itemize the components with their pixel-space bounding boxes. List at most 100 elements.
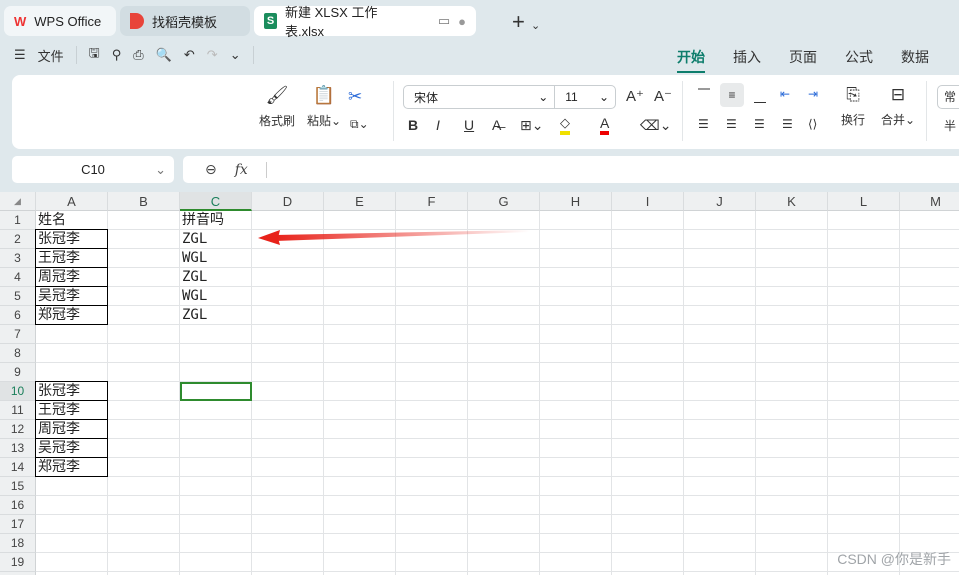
cell-A11[interactable]: 王冠李 (35, 400, 108, 420)
cell-F14[interactable] (396, 458, 468, 477)
cell-M11[interactable] (900, 401, 959, 420)
cell-D3[interactable] (252, 249, 324, 268)
cell-C1[interactable]: 拼音吗 (180, 211, 252, 230)
cell-L4[interactable] (828, 268, 900, 287)
cell-H19[interactable] (540, 553, 612, 572)
cell-D16[interactable] (252, 496, 324, 515)
cell-H12[interactable] (540, 420, 612, 439)
cell-E8[interactable] (324, 344, 396, 363)
redo-icon[interactable]: ↷ (207, 47, 218, 63)
cell-B7[interactable] (108, 325, 180, 344)
decrease-font-icon[interactable]: A⁻ (654, 87, 672, 105)
cell-L8[interactable] (828, 344, 900, 363)
row-header-6[interactable]: 6 (0, 306, 36, 325)
cell-B13[interactable] (108, 439, 180, 458)
cell-C12[interactable] (180, 420, 252, 439)
zoom-icon[interactable]: ⊖ (205, 161, 217, 178)
menu-icon[interactable]: ☰ (14, 47, 26, 63)
row-header-1[interactable]: 1 (0, 211, 36, 230)
font-name-select[interactable]: 宋体 ⌄ (404, 86, 556, 108)
cell-J16[interactable] (684, 496, 756, 515)
cell-H11[interactable] (540, 401, 612, 420)
font-size-select[interactable]: 11 ⌄ (555, 86, 615, 108)
underline-icon[interactable]: U (464, 117, 474, 133)
cell-E16[interactable] (324, 496, 396, 515)
cell-G2[interactable] (468, 230, 540, 249)
cell-G4[interactable] (468, 268, 540, 287)
cell-K15[interactable] (756, 477, 828, 496)
row-header-8[interactable]: 8 (0, 344, 36, 363)
cell-J14[interactable] (684, 458, 756, 477)
cell-E2[interactable] (324, 230, 396, 249)
cell-L3[interactable] (828, 249, 900, 268)
cell-E11[interactable] (324, 401, 396, 420)
clear-format-icon[interactable]: ⌫⌄ (640, 117, 672, 134)
cell-C13[interactable] (180, 439, 252, 458)
row-header-11[interactable]: 11 (0, 401, 36, 420)
row-header-5[interactable]: 5 (0, 287, 36, 306)
cell-G17[interactable] (468, 515, 540, 534)
cell-D12[interactable] (252, 420, 324, 439)
monitor-icon[interactable]: ▭ (438, 13, 450, 29)
cell-H2[interactable] (540, 230, 612, 249)
cell-E10[interactable] (324, 382, 396, 401)
cell-F17[interactable] (396, 515, 468, 534)
cell-C9[interactable] (180, 363, 252, 382)
spreadsheet-grid[interactable]: ◢ A B C D E F G H I J K L M 1 姓名 拼音吗 2 张冠李 ZGL 3 王冠李 WGL 4 周冠李 Z… (0, 192, 959, 575)
cell-C5[interactable]: WGL (180, 287, 252, 306)
column-header-I[interactable]: I (612, 192, 684, 211)
cell-M2[interactable] (900, 230, 959, 249)
align-center-icon[interactable]: ☰ (726, 117, 737, 131)
cell-E7[interactable] (324, 325, 396, 344)
cell-J9[interactable] (684, 363, 756, 382)
row-header-3[interactable]: 3 (0, 249, 36, 268)
cell-M14[interactable] (900, 458, 959, 477)
cell-E19[interactable] (324, 553, 396, 572)
cell-K19[interactable] (756, 553, 828, 572)
cell-H13[interactable] (540, 439, 612, 458)
cell-A9[interactable] (36, 363, 108, 382)
row-header-10[interactable]: 10 (0, 382, 36, 401)
cell-F1[interactable] (396, 211, 468, 230)
align-left-icon[interactable]: ☰ (698, 117, 709, 131)
cell-B11[interactable] (108, 401, 180, 420)
cell-K3[interactable] (756, 249, 828, 268)
cell-I9[interactable] (612, 363, 684, 382)
ribbon-tab-insert[interactable]: 插入 (733, 47, 761, 73)
cell-L1[interactable] (828, 211, 900, 230)
cell-H5[interactable] (540, 287, 612, 306)
cell-F16[interactable] (396, 496, 468, 515)
cell-A3[interactable]: 王冠李 (35, 248, 108, 268)
cell-B15[interactable] (108, 477, 180, 496)
cell-M16[interactable] (900, 496, 959, 515)
cell-K13[interactable] (756, 439, 828, 458)
cell-K14[interactable] (756, 458, 828, 477)
cell-I5[interactable] (612, 287, 684, 306)
cell-F9[interactable] (396, 363, 468, 382)
cell-L12[interactable] (828, 420, 900, 439)
cell-K17[interactable] (756, 515, 828, 534)
cell-G8[interactable] (468, 344, 540, 363)
align-right-icon[interactable]: ☰ (754, 117, 765, 131)
cell-B18[interactable] (108, 534, 180, 553)
cell-G5[interactable] (468, 287, 540, 306)
select-all-corner[interactable]: ◢ (0, 192, 36, 211)
font-color-icon[interactable]: A (600, 115, 610, 135)
cell-G14[interactable] (468, 458, 540, 477)
cell-D7[interactable] (252, 325, 324, 344)
cell-G11[interactable] (468, 401, 540, 420)
cell-E13[interactable] (324, 439, 396, 458)
cell-E9[interactable] (324, 363, 396, 382)
undo-icon[interactable]: ↶ (184, 47, 195, 63)
cell-G7[interactable] (468, 325, 540, 344)
cell-L5[interactable] (828, 287, 900, 306)
cell-G9[interactable] (468, 363, 540, 382)
cell-J17[interactable] (684, 515, 756, 534)
cell-C11[interactable] (180, 401, 252, 420)
cell-I14[interactable] (612, 458, 684, 477)
cell-J7[interactable] (684, 325, 756, 344)
column-header-M[interactable]: M (900, 192, 959, 211)
cell-I3[interactable] (612, 249, 684, 268)
cell-M4[interactable] (900, 268, 959, 287)
cell-F5[interactable] (396, 287, 468, 306)
